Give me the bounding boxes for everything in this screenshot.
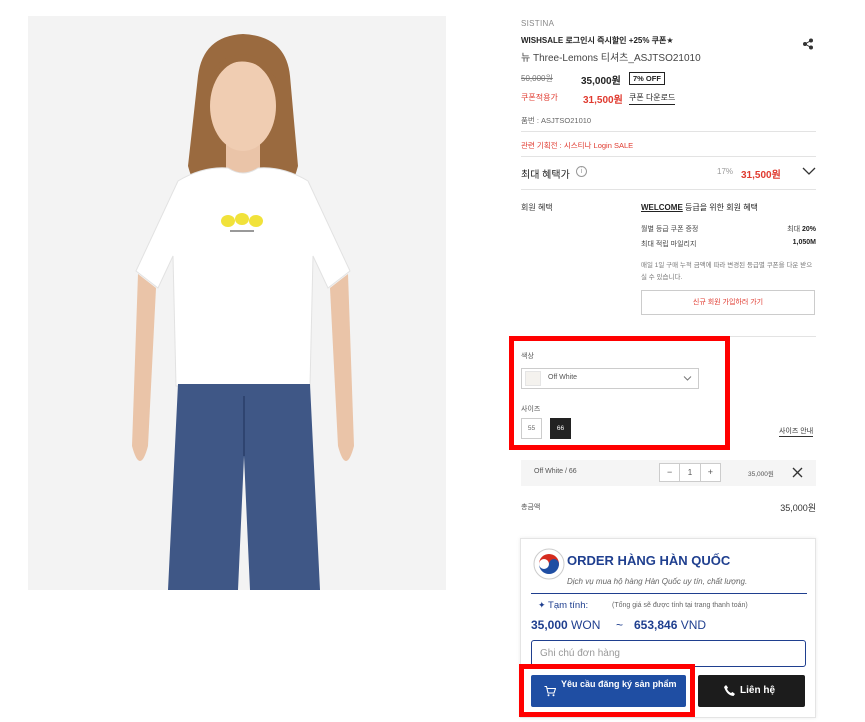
estimate-note: (Tổng giá sẽ được tính tại trang thanh t… [612,602,748,609]
max-benefit-price: 31,500원 [741,170,781,181]
estimate-label: ✦ Tạm tính: [538,600,589,611]
size-guide-link[interactable]: 사이즈 안내 [779,426,814,437]
color-select-value: Off White [548,374,578,381]
member-benefit-label: 회원 혜택 [521,203,553,212]
cart-icon [544,685,556,697]
coupon-download-link[interactable]: 쿠폰 다운로드 [629,92,676,105]
options-highlight-box [509,336,730,450]
size-option-label: 사이즈 [521,406,541,413]
total-label: 총금액 [521,504,541,511]
divider [521,336,816,337]
selected-option-price: 35,000원 [748,471,774,478]
benefit-row-value: 최대 20% [787,226,816,233]
divider [521,131,816,132]
max-benefit-title: 최대 혜택가 [521,170,570,181]
coupon-price: 31,500원 [583,95,623,106]
order-service-widget: ORDER HÀNG HÀN QUỐC Dịch vụ mua hộ hàng … [520,538,816,718]
contact-label: Liên hệ [740,685,776,696]
close-icon[interactable] [792,467,803,478]
order-note-input[interactable] [531,640,806,667]
max-benefit-percent: 17% [717,167,734,176]
benefit-row-label: 월별 등급 쿠폰 증정 [641,226,699,233]
order-service-subtitle: Dịch vụ mua hộ hàng Hàn Quốc uy tín, chấ… [567,577,748,586]
product-code: 품번 : ASJTSO21010 [521,116,592,125]
promo-text: WISHSALE 로그인시 즉시할인 +25% 쿠폰★ [521,36,674,45]
related-promotion-link[interactable]: 관련 기획전 : 시스티나 Login SALE [521,140,633,151]
coupon-price-label: 쿠폰적용가 [521,93,558,102]
share-icon[interactable] [802,38,814,50]
sparkle-icon: ✦ [538,600,546,610]
benefit-note: 매일 1일 구매 누적 금액에 따라 변경된 등급별 쿠폰을 다운 받으실 수 … [641,262,813,281]
product-name: 뉴 Three-Lemons 티셔츠_ASJTSO21010 [521,53,701,64]
contact-button[interactable]: Liên hệ [698,675,805,707]
quantity-input[interactable]: 1 [679,464,701,481]
chevron-down-icon [683,376,692,381]
color-option-label: 색상 [521,353,534,360]
benefit-row-label: 최대 적립 마일리지 [641,241,697,248]
join-membership-button[interactable]: 신규 회원 가입하러 가기 [641,290,815,315]
divider [531,593,807,594]
total-price: 35,000원 [780,503,816,513]
won-price: 35,000 WON [531,618,601,632]
selected-option-row: Off White / 66 − 1 + 35,000원 [521,460,816,486]
request-product-label: Yêu cầu đăng ký sản phẩm [561,679,677,689]
divider [521,189,816,190]
color-select[interactable]: Off White [521,368,699,389]
request-product-button[interactable]: Yêu cầu đăng ký sản phẩm [531,675,686,707]
welcome-grade-text: WELCOME 등급을 위한 회원 혜택 [641,203,758,212]
color-swatch [525,371,541,386]
info-icon[interactable]: i [576,166,587,177]
chevron-down-icon[interactable] [802,166,816,176]
korea-flag-logo-icon [533,548,565,580]
selected-option-name: Off White / 66 [534,468,577,475]
size-option-55[interactable]: 55 [521,418,542,439]
phone-icon [724,685,735,696]
vnd-price: 653,846 VND [634,618,707,632]
quantity-plus-button[interactable]: + [701,464,720,481]
size-option-66[interactable]: 66 [550,418,571,439]
approx-tilde: ~ [616,618,624,632]
quantity-stepper: − 1 + [659,463,721,482]
original-price: 50,000원 [521,74,553,83]
product-photo [28,16,446,590]
sale-price: 35,000원 [581,76,621,87]
benefit-row-value: 1,050M [792,239,816,246]
discount-badge: 7% OFF [629,72,665,85]
order-service-title: ORDER HÀNG HÀN QUỐC [567,553,731,568]
divider [521,156,816,157]
quantity-minus-button[interactable]: − [660,464,679,481]
brand-name[interactable]: SISTINA [521,19,554,28]
